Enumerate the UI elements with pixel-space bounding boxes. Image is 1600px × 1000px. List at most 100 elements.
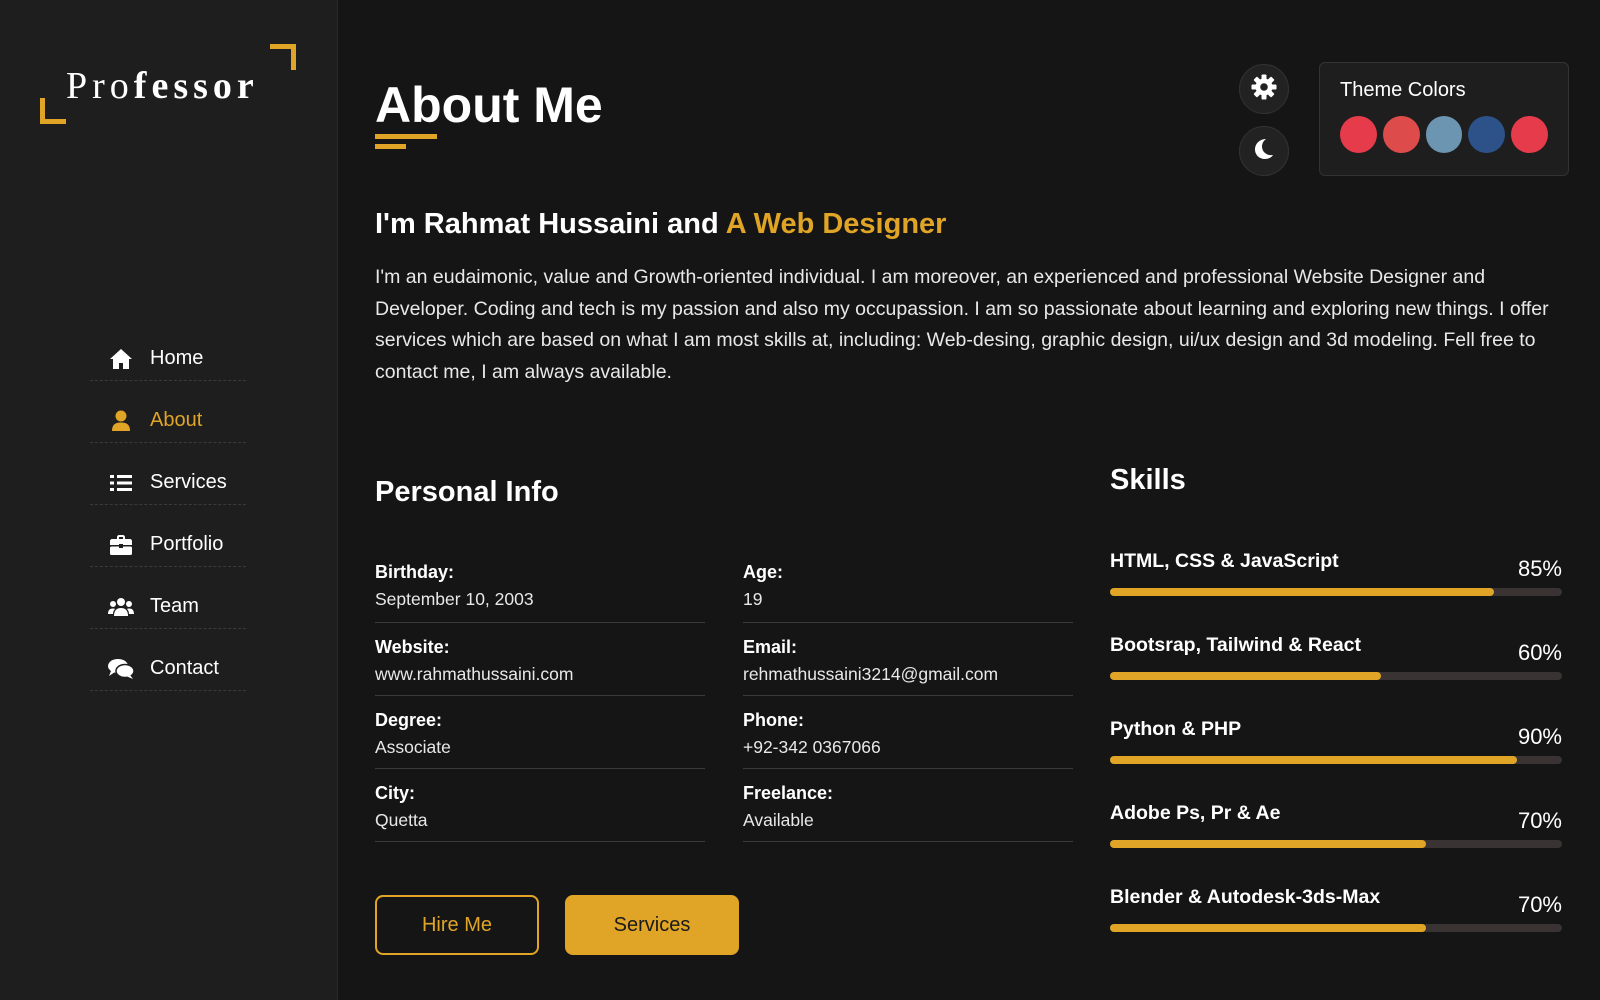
- info-value[interactable]: rehmathussaini3214@gmail.com: [743, 664, 1073, 685]
- theme-colors-title: Theme Colors: [1340, 79, 1466, 101]
- sidebar-nav: Home About Services Portfolio Team Conta…: [90, 337, 246, 709]
- settings-button[interactable]: [1239, 64, 1289, 114]
- info-label: Birthday:: [375, 562, 455, 582]
- skill-item: Blender & Autodesk-3ds-Max 70%: [1110, 884, 1562, 968]
- personal-info-grid: Birthday: September 10, 2003 Age: 19 Websi…: [375, 550, 1073, 842]
- theme-swatch[interactable]: [1340, 116, 1377, 153]
- skills-title: Skills: [1110, 464, 1186, 496]
- info-phone: Phone: +92-342 0367066: [743, 696, 1073, 769]
- sidebar-item-label: Home: [150, 347, 204, 369]
- personal-info-title: Personal Info: [375, 476, 559, 508]
- info-value: +92-342 0367066: [743, 737, 881, 757]
- comments-icon: [108, 658, 134, 680]
- skill-progress-fill: [1110, 840, 1427, 848]
- sidebar-item-contact[interactable]: Contact: [90, 647, 246, 691]
- sidebar-item-about[interactable]: About: [90, 399, 246, 443]
- info-value: September 10, 2003: [375, 589, 534, 609]
- sidebar-item-label: Portfolio: [150, 533, 224, 555]
- title-underline-short: [375, 144, 406, 149]
- sidebar-item-home[interactable]: Home: [90, 337, 246, 381]
- skill-name: Bootsrap, Tailwind & React: [1110, 634, 1362, 656]
- skill-progress-fill: [1110, 756, 1517, 764]
- theme-swatches: [1340, 116, 1548, 153]
- skill-name: Blender & Autodesk-3ds-Max: [1110, 886, 1381, 908]
- info-value: Associate: [375, 737, 451, 757]
- dark-mode-toggle[interactable]: [1239, 126, 1289, 176]
- skill-percent: 60%: [1517, 640, 1562, 665]
- theme-swatch[interactable]: [1382, 116, 1420, 153]
- info-degree: Degree: Associate: [375, 696, 705, 769]
- skill-progress-fill: [1110, 588, 1495, 596]
- skill-percent: 85%: [1517, 556, 1562, 581]
- skill-progress-track: [1110, 588, 1562, 596]
- sidebar-item-label: About: [150, 409, 203, 431]
- info-label: Email:: [743, 637, 798, 657]
- skill-name: HTML, CSS & JavaScript: [1110, 550, 1339, 572]
- sidebar-item-portfolio[interactable]: Portfolio: [90, 523, 246, 567]
- info-age: Age: 19: [743, 550, 1073, 623]
- sidebar-item-label: Team: [150, 595, 199, 617]
- home-icon: [108, 348, 134, 370]
- intro-paragraph: I'm an eudaimonic, value and Growth-orie…: [375, 266, 1549, 383]
- list-icon: [108, 472, 134, 494]
- gear-icon: [1251, 74, 1277, 105]
- info-label: Website:: [375, 637, 450, 657]
- skill-name: Python & PHP: [1110, 718, 1242, 740]
- hire-me-button[interactable]: Hire Me: [375, 895, 539, 955]
- info-label: City:: [375, 783, 415, 803]
- info-value: Quetta: [375, 810, 428, 830]
- moon-icon: [1252, 137, 1276, 166]
- info-label: Age:: [743, 562, 783, 582]
- title-underline: [375, 134, 437, 139]
- info-city: City: Quetta: [375, 769, 705, 842]
- intro-heading-name: I'm Rahmat Hussaini and: [375, 208, 726, 240]
- info-value[interactable]: www.rahmathussaini.com: [375, 664, 705, 685]
- sidebar-item-label: Services: [150, 471, 227, 493]
- services-button[interactable]: Services: [565, 895, 739, 955]
- sidebar: Professor Home About Services Portfolio: [0, 0, 338, 1000]
- briefcase-icon: [108, 534, 134, 556]
- info-value: 19: [743, 589, 763, 609]
- intro-heading: I'm Rahmat Hussaini and A Web Designer: [375, 208, 946, 241]
- info-label: Degree:: [375, 710, 443, 730]
- theme-colors-panel: Theme Colors: [1319, 62, 1569, 176]
- skill-progress-track: [1110, 756, 1562, 764]
- info-birthday: Birthday: September 10, 2003: [375, 550, 705, 623]
- users-icon: [108, 596, 134, 618]
- main-content: About Me Theme Colors I'm Rahmat Hussain…: [375, 0, 1575, 1000]
- info-value: Available: [743, 810, 814, 830]
- logo-text-light: Pro: [66, 65, 134, 107]
- info-freelance: Freelance: Available: [743, 769, 1073, 842]
- info-website: Website: www.rahmathussaini.com: [375, 623, 705, 696]
- logo-text: Professor: [66, 64, 259, 108]
- skill-progress-track: [1110, 672, 1562, 680]
- skill-percent: 70%: [1517, 808, 1562, 833]
- skill-percent: 90%: [1517, 724, 1562, 749]
- skill-percent: 70%: [1517, 892, 1562, 917]
- skill-name: Adobe Ps, Pr & Ae: [1110, 802, 1281, 824]
- skill-progress-fill: [1110, 924, 1427, 932]
- skills-list: HTML, CSS & JavaScript 85% Bootsrap, Tai…: [1110, 548, 1562, 968]
- skill-item: Bootsrap, Tailwind & React 60%: [1110, 632, 1562, 716]
- sidebar-item-team[interactable]: Team: [90, 585, 246, 629]
- skill-progress-fill: [1110, 672, 1382, 680]
- info-label: Freelance:: [743, 783, 834, 803]
- skill-item: Python & PHP 90%: [1110, 716, 1562, 800]
- logo-text-bold: fessor: [133, 65, 259, 107]
- user-icon: [108, 410, 134, 432]
- page-title: About Me: [375, 77, 603, 133]
- theme-swatch[interactable]: [1511, 116, 1548, 153]
- sidebar-item-services[interactable]: Services: [90, 461, 246, 505]
- logo-corner-top-right: [270, 44, 296, 70]
- skill-item: HTML, CSS & JavaScript 85%: [1110, 548, 1562, 632]
- theme-swatch[interactable]: [1468, 116, 1506, 153]
- brand-logo[interactable]: Professor: [40, 44, 296, 124]
- theme-swatch[interactable]: [1425, 116, 1463, 153]
- skill-progress-track: [1110, 840, 1562, 848]
- sidebar-item-label: Contact: [150, 657, 219, 679]
- skill-item: Adobe Ps, Pr & Ae 70%: [1110, 800, 1562, 884]
- logo-corner-bottom-left: [40, 98, 66, 124]
- intro-heading-role: A Web Designer: [725, 208, 947, 240]
- skill-progress-track: [1110, 924, 1562, 932]
- info-label: Phone:: [743, 710, 804, 730]
